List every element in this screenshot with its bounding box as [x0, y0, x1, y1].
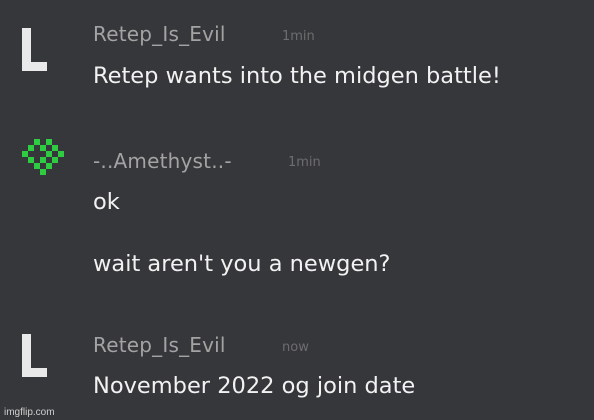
- timestamp: 1min: [288, 155, 321, 170]
- avatar-pixel: [58, 151, 64, 157]
- letter-l-avatar-icon[interactable]: [18, 334, 58, 382]
- message-text: November 2022 og join date: [93, 373, 416, 399]
- username[interactable]: Retep_Is_Evil: [93, 22, 226, 46]
- avatar-pixel: [28, 145, 34, 151]
- avatar-shape: [22, 368, 47, 377]
- username[interactable]: Retep_Is_Evil: [93, 333, 226, 357]
- avatar-pixel: [46, 163, 52, 169]
- green-pixel-gem-avatar-icon[interactable]: [18, 139, 64, 187]
- timestamp: 1min: [282, 29, 315, 44]
- message-text: Retep wants into the midgen battle!: [93, 63, 501, 89]
- avatar-pixel: [40, 169, 46, 175]
- avatar-shape: [22, 62, 47, 71]
- username[interactable]: -..Amethyst..-: [93, 149, 232, 173]
- timestamp: now: [282, 340, 309, 355]
- watermark: imgflip.com: [4, 407, 55, 418]
- avatar-pixel: [52, 157, 58, 163]
- message-text: wait aren't you a newgen?: [93, 251, 391, 277]
- letter-l-avatar-icon[interactable]: [18, 28, 58, 76]
- message-text: ok: [93, 189, 120, 215]
